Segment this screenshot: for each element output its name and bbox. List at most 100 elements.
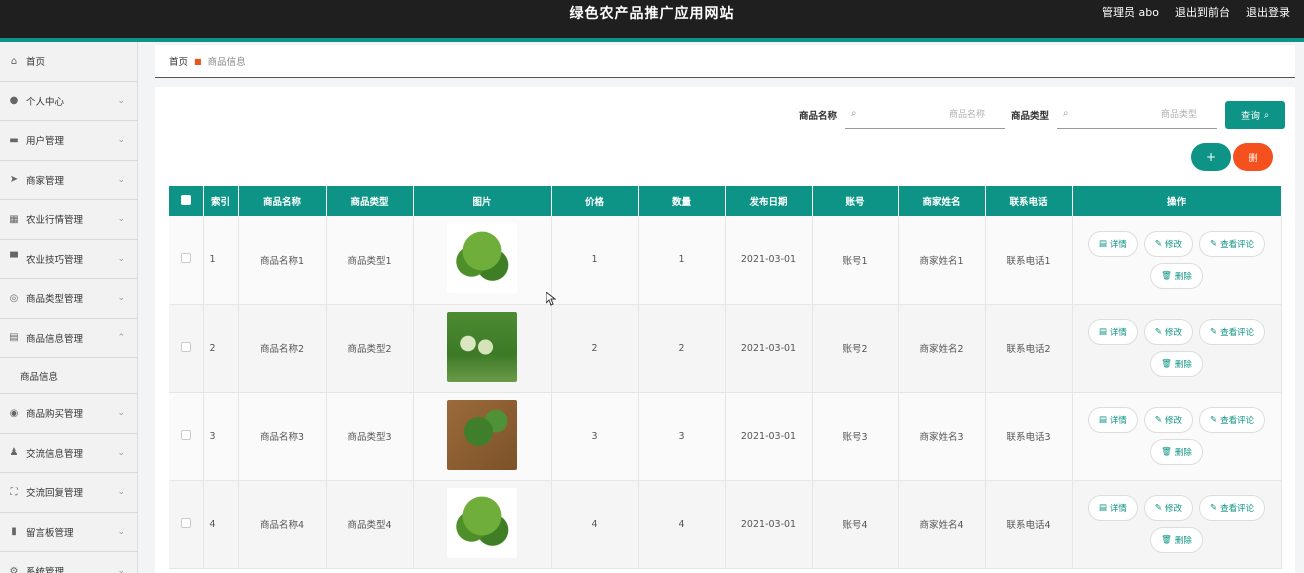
column-header: 商品类型 [326, 186, 414, 216]
chevron-down-icon: ⌄ [117, 408, 125, 419]
sidebar-item-label: 首页 [26, 57, 46, 69]
type-search-input[interactable] [1057, 101, 1217, 128]
type-cell: 商品类型2 [326, 304, 414, 393]
quantity-cell: 4 [638, 480, 726, 569]
name-search-input[interactable] [844, 101, 1005, 128]
index-cell: 3 [203, 392, 239, 481]
exit-to-front-link[interactable]: 退出到前台 [1175, 4, 1230, 20]
row-select-cell [169, 480, 204, 569]
search-icon: ⌕ [850, 108, 857, 119]
sidebar-subitem-product-info[interactable]: 商品信息 [0, 358, 137, 394]
delete-button[interactable]: 🗑 删除 [1150, 439, 1203, 465]
delete-button[interactable]: 🗑 删除 [1150, 527, 1203, 553]
sidebar-item-10[interactable]: ⛶ 交流回复管理 ⌄ [0, 473, 137, 513]
price-cell: 2 [551, 304, 639, 393]
edit-button[interactable]: ✎ 修改 [1143, 407, 1194, 433]
home-icon: ⌂ [10, 55, 18, 67]
sidebar-item-5[interactable]: ▀ 农业技巧管理 ⌄ [0, 240, 137, 279]
search-bar: 商品名称 ⌕ 商品类型 ⌕ 查询 ⌕ [799, 101, 1285, 129]
sidebar-item-8[interactable]: ◉ 商品购买管理 ⌄ [0, 394, 137, 434]
seller-cell: 商家姓名3 [898, 392, 986, 481]
chevron-down-icon: ⌄ [117, 174, 125, 185]
operations-cell: ▤ 详情 ✎ 修改 ✎ 查看评论 🗑 删除 [1072, 304, 1282, 393]
row-checkbox[interactable] [180, 517, 191, 528]
type-search-field: ⌕ [1057, 101, 1217, 129]
edit-button[interactable]: ✎ 修改 [1143, 319, 1194, 345]
edit-button[interactable]: ✎ 修改 [1143, 495, 1194, 521]
column-header: 图片 [413, 186, 552, 216]
breadcrumb-separator-icon: ■ [194, 56, 202, 66]
view-reviews-button[interactable]: ✎ 查看评论 [1199, 495, 1266, 521]
sidebar-item-7[interactable]: ▤ 商品信息管理 ⌃ [0, 319, 137, 358]
batch-delete-button[interactable]: 删 [1233, 143, 1273, 171]
date-cell: 2021-03-01 [725, 304, 813, 393]
sidebar-item-6[interactable]: ◎ 商品类型管理 ⌄ [0, 279, 137, 319]
date-cell: 2021-03-01 [725, 480, 813, 569]
document-icon: ▤ [1098, 327, 1107, 337]
monitor-icon: ▀ [10, 253, 18, 265]
view-reviews-button[interactable]: ✎ 查看评论 [1199, 319, 1266, 345]
chevron-down-icon: ⌄ [117, 447, 125, 458]
sidebar-item-12[interactable]: ⚙ 系统管理 ⌄ [0, 552, 137, 573]
column-header: 操作 [1072, 186, 1282, 216]
sidebar-item-label: 商品类型管理 [26, 294, 84, 306]
detail-button[interactable]: ▤ 详情 [1087, 407, 1138, 433]
delete-button[interactable]: 🗑 删除 [1150, 262, 1203, 289]
edit-button[interactable]: ✎ 修改 [1143, 230, 1194, 257]
sidebar-item-1[interactable]: ● 个人中心 ⌄ [0, 82, 137, 121]
query-button[interactable]: 查询 ⌕ [1225, 101, 1285, 129]
pencil-icon: ✎ [1210, 327, 1218, 337]
select-all-checkbox[interactable] [180, 194, 191, 205]
sidebar-item-9[interactable]: ♟ 交流信息管理 ⌄ [0, 434, 137, 473]
operations-cell: ▤ 详情 ✎ 修改 ✎ 查看评论 🗑 删除 [1072, 480, 1282, 569]
sidebar-item-4[interactable]: ▦ 农业行情管理 ⌄ [0, 200, 137, 240]
sidebar-item-label: 用户管理 [26, 136, 65, 148]
sidebar-item-label: 留言板管理 [26, 527, 74, 539]
column-header: 索引 [203, 186, 239, 216]
sidebar-item-label: 商品信息管理 [26, 333, 84, 345]
price-cell: 4 [551, 480, 639, 569]
pencil-icon: ✎ [1154, 503, 1162, 513]
name-cell: 商品名称3 [238, 392, 327, 481]
product-image [447, 223, 517, 294]
detail-button[interactable]: ▤ 详情 [1087, 230, 1138, 257]
seller-cell: 商家姓名2 [898, 304, 986, 393]
bar-chart-icon: ▮ [11, 526, 17, 538]
column-header: 价格 [551, 186, 639, 216]
name-cell: 商品名称4 [238, 480, 327, 569]
detail-button[interactable]: ▤ 详情 [1087, 319, 1138, 345]
view-reviews-button[interactable]: ✎ 查看评论 [1199, 230, 1266, 257]
delete-button[interactable]: 🗑 删除 [1150, 351, 1203, 377]
row-checkbox[interactable] [180, 429, 191, 440]
add-button[interactable]: + [1191, 143, 1231, 171]
row-checkbox[interactable] [180, 253, 191, 264]
gauge-icon: ◉ [9, 407, 19, 419]
view-reviews-button[interactable]: ✎ 查看评论 [1199, 407, 1266, 433]
image-cell [413, 304, 552, 393]
name-cell: 商品名称1 [238, 216, 327, 305]
row-select-cell [169, 304, 204, 393]
document-icon: ▤ [1098, 415, 1107, 425]
chevron-down-icon: ⌄ [117, 487, 125, 498]
breadcrumb-home[interactable]: 首页 [169, 54, 188, 68]
sidebar-item-label: 交流回复管理 [26, 488, 84, 500]
detail-button-label: 详情 [1109, 239, 1127, 250]
sidebar-item-11[interactable]: ▮ 留言板管理 ⌄ [0, 513, 137, 552]
chevron-up-icon: ⌃ [117, 332, 125, 343]
table-header-row: 索引 商品名称 商品类型 图片 价格 数量 发布日期 账号 商家姓名 联系电话 操作 [169, 186, 1282, 216]
seller-cell: 商家姓名4 [898, 480, 986, 569]
row-checkbox[interactable] [180, 341, 191, 352]
detail-button[interactable]: ▤ 详情 [1087, 495, 1138, 521]
chat-icon: ▬ [9, 134, 19, 146]
column-header: 联系电话 [985, 186, 1073, 216]
view-reviews-button-label: 查看评论 [1220, 504, 1255, 514]
logout-link[interactable]: 退出登录 [1246, 4, 1290, 20]
chevron-down-icon: ⌄ [117, 253, 125, 264]
sidebar-item-0[interactable]: ⌂ 首页 [0, 42, 137, 82]
detail-button-label: 详情 [1109, 328, 1127, 338]
chevron-down-icon: ⌄ [117, 214, 125, 225]
detail-button-label: 详情 [1109, 504, 1127, 514]
phone-cell: 联系电话1 [985, 216, 1073, 305]
sidebar-item-3[interactable]: ➤ 商家管理 ⌄ [0, 161, 137, 200]
sidebar-item-2[interactable]: ▬ 用户管理 ⌄ [0, 121, 137, 161]
